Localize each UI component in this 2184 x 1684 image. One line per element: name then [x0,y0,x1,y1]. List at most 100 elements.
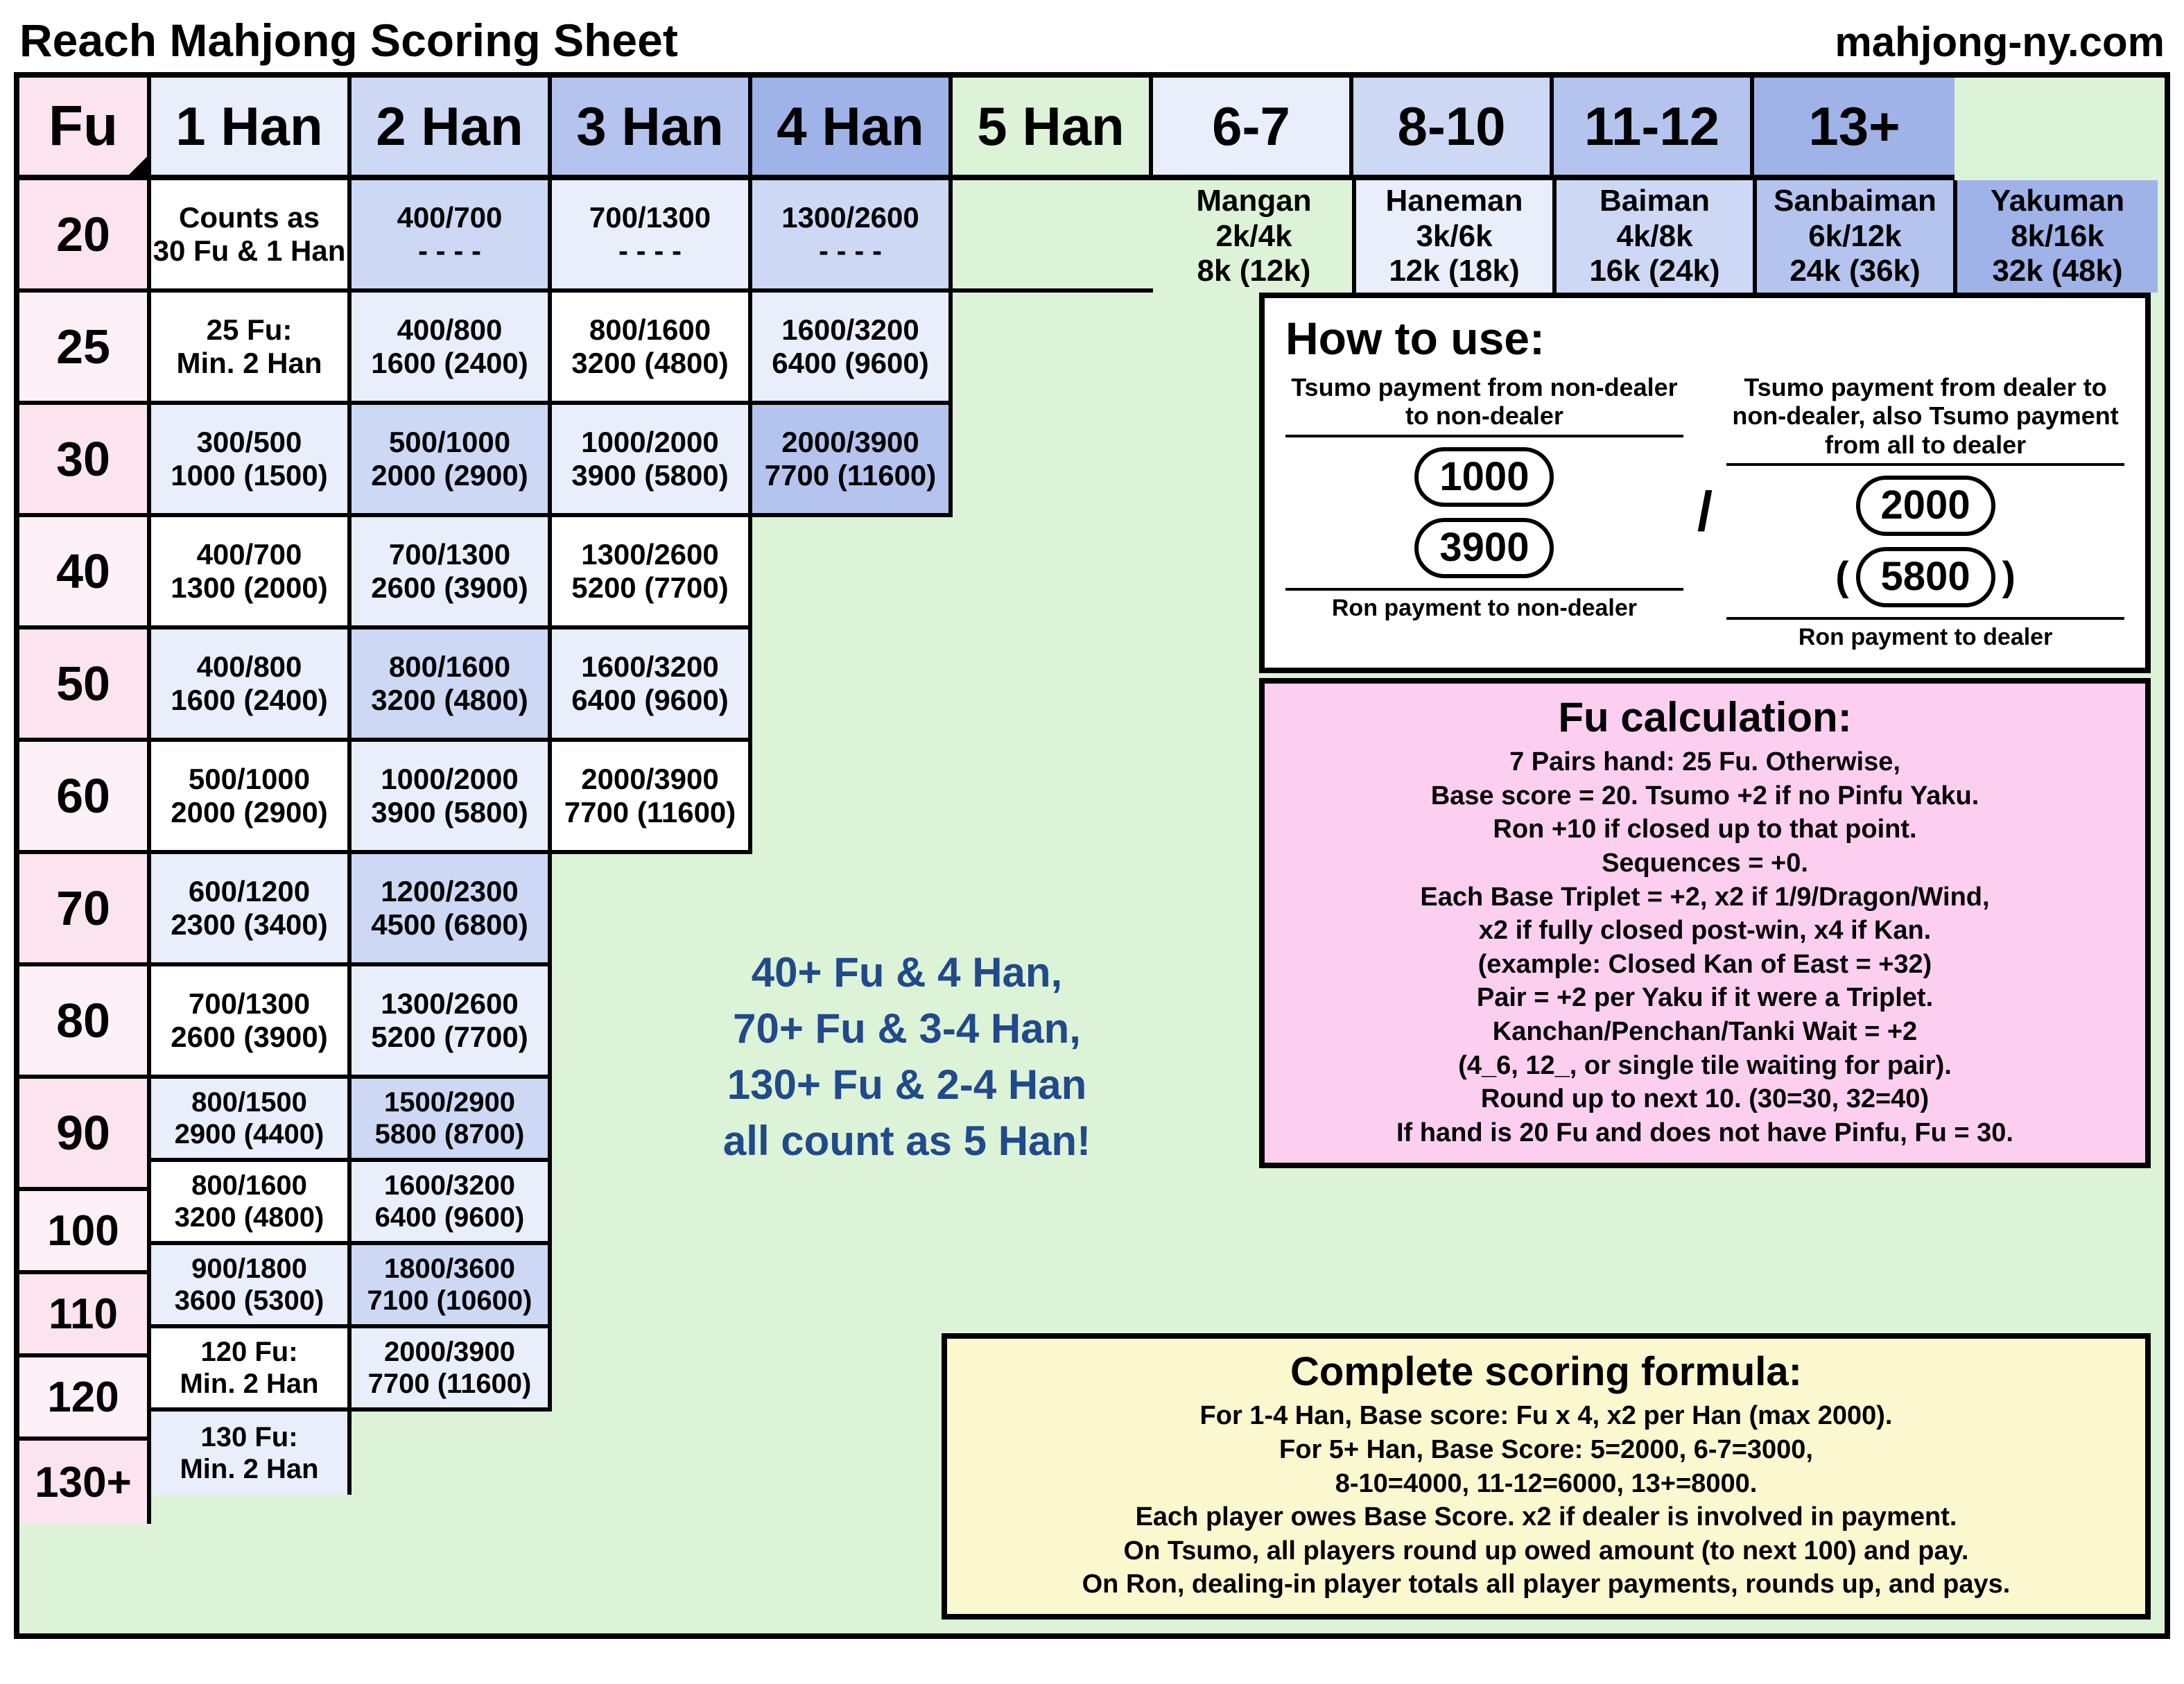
limit-ron: 8k (12k) [1197,254,1311,289]
limit-ron: 32k (48k) [1992,254,2122,289]
fu-30: 30 [19,405,151,517]
cell-60-2: 1000/20003900 (5800) [352,742,552,854]
formula-line: For 5+ Han, Base Score: 5=2000, 6-7=3000… [967,1433,2126,1467]
cell-90-2: 1500/29005800 (8700) [352,1079,552,1162]
cell-80-2: 1300/26005200 (7700) [352,966,552,1079]
fu-130: 130+ [19,1441,151,1524]
cell-130-1: 130 Fu:Min. 2 Han [151,1412,352,1495]
cell-30-3: 1000/20003900 (5800) [552,405,752,517]
fucalc-line: Each Base Triplet = +2, x2 if 1/9/Dragon… [1284,880,2126,914]
limit-ron: 24k (36k) [1789,254,1920,289]
fucalc-line: Sequences = +0. [1284,847,2126,880]
fucalc-line: Base score = 20. Tsumo +2 if no Pinfu Ya… [1284,779,2126,813]
howto-val-2000: 2000 [1856,476,1995,536]
fucalc-line: Ron +10 if closed up to that point. [1284,813,2126,847]
howto-rparen: ) [2002,554,2016,599]
fucalc-line: x2 if fully closed post-win, x4 if Kan. [1284,914,2126,948]
cell-25-4: 1600/32006400 (9600) [752,293,953,405]
formula-title: Complete scoring formula: [967,1348,2126,1395]
howto-right-bot: Ron payment to dealer [1726,617,2124,651]
limit-name: Sanbaiman [1774,184,1936,219]
formula-line: 8-10=4000, 11-12=6000, 13+=8000. [967,1467,2126,1501]
cell-30-1: 300/5001000 (1500) [151,405,352,517]
note-line: all count as 5 Han! [664,1113,1150,1169]
header-6-7han: 6-7 [1153,78,1353,180]
fucalc-title: Fu calculation: [1284,693,2126,741]
row-20: Counts as30 Fu & 1 Han 400/700- - - - 70… [151,180,1153,293]
row-40: 400/7001300 (2000) 700/13002600 (3900) 1… [151,517,1153,630]
cell-25-3: 800/16003200 (4800) [552,293,752,405]
fucalc-line: (example: Closed Kan of East = +32) [1284,948,2126,982]
row-110: 900/18003600 (5300) 1800/36007100 (10600… [151,1245,1153,1328]
title-bar: Reach Mahjong Scoring Sheet mahjong-ny.c… [14,14,2170,72]
page-title: Reach Mahjong Scoring Sheet [19,14,678,67]
cell-40-2: 700/13002600 (3900) [352,517,552,630]
how-to-use-box: How to use: Tsumo payment from non-deale… [1259,293,2151,673]
limit-tsumo: 3k/6k [1416,219,1492,254]
formula-line: On Tsumo, all players round up owed amou… [967,1534,2126,1568]
howto-lparen: ( [1835,554,1848,599]
cell-30-2: 500/10002000 (2900) [352,405,552,517]
limit-tsumo: 8k/16k [2011,219,2104,254]
cell-60-3: 2000/39007700 (11600) [552,742,752,854]
fu-90: 90 [19,1079,151,1191]
cell-70-1: 600/12002300 (3400) [151,854,352,966]
limit-name: Yakuman [1991,184,2124,219]
fu-80: 80 [19,966,151,1079]
fu-120: 120 [19,1357,151,1441]
limit-tsumo: 6k/12k [1808,219,1902,254]
fu-25: 25 [19,293,151,405]
cell-20-5 [953,180,1153,293]
cell-110-1: 900/18003600 (5300) [151,1245,352,1328]
howto-val-5800: 5800 [1856,547,1995,607]
howto-right-col: Tsumo payment from dealer to non-dealer,… [1726,373,2124,651]
scoring-formula-box: Complete scoring formula: For 1-4 Han, B… [942,1333,2151,1620]
header-5han: 5 Han [953,78,1153,180]
fucalc-line: If hand is 20 Fu and does not have Pinfu… [1284,1116,2126,1150]
fu-40: 40 [19,517,151,630]
fu-50: 50 [19,630,151,742]
howto-right-top: Tsumo payment from dealer to non-dealer,… [1726,373,2124,466]
cell-80-1: 700/13002600 (3900) [151,966,352,1079]
limit-yakuman: Yakuman 8k/16k 32k (48k) [1957,180,2158,293]
cell-120-2: 2000/39007700 (11600) [352,1328,552,1412]
fu-60: 60 [19,742,151,854]
fu-20: 20 [19,180,151,293]
cell-60-1: 500/10002000 (2900) [151,742,352,854]
cell-40-3: 1300/26005200 (7700) [552,517,752,630]
header-11-12han: 11-12 [1554,78,1754,180]
fucalc-line: (4_6, 12_, or single tile waiting for pa… [1284,1049,2126,1083]
limit-tsumo: 4k/8k [1616,219,1692,254]
howto-val-1000: 1000 [1414,447,1554,507]
cell-90-1: 800/15002900 (4400) [151,1079,352,1162]
cell-70-2: 1200/23004500 (6800) [352,854,552,966]
cell-50-3: 1600/32006400 (9600) [552,630,752,742]
limit-name: Baiman [1600,184,1710,219]
fucalc-line: Round up to next 10. (30=30, 32=40) [1284,1082,2126,1116]
fu-label-column: 20 25 30 40 50 60 70 80 90 100 110 120 1… [19,180,151,1524]
cell-25-1: 25 Fu:Min. 2 Han [151,293,352,405]
howto-left-bot: Ron payment to non-dealer [1285,588,1683,622]
cell-30-4: 2000/39007700 (11600) [752,405,953,517]
fu-100: 100 [19,1191,151,1274]
formula-line: Each player owes Base Score. x2 if deale… [967,1500,2126,1534]
note-line: 70+ Fu & 3-4 Han, [664,1000,1150,1057]
cell-20-3: 700/1300- - - - [552,180,752,293]
limit-ron: 12k (18k) [1389,254,1519,289]
header-13han: 13+ [1754,78,1955,180]
formula-line: On Ron, dealing-in player totals all pla… [967,1568,2126,1601]
header-4han: 4 Han [752,78,953,180]
header-8-10han: 8-10 [1353,78,1554,180]
header-1han: 1 Han [151,78,352,180]
cell-100-1: 800/16003200 (4800) [151,1162,352,1245]
limit-name: Haneman [1385,184,1523,219]
row-100: 800/16003200 (4800) 1600/32006400 (9600) [151,1162,1153,1245]
row-50: 400/8001600 (2400) 800/16003200 (4800) 1… [151,630,1153,742]
cell-25-2: 400/8001600 (2400) [352,293,552,405]
header-fu: Fu [19,78,151,180]
note-line: 40+ Fu & 4 Han, [664,944,1150,1000]
limit-sanbaiman: Sanbaiman 6k/12k 24k (36k) [1757,180,1957,293]
howto-title: How to use: [1285,312,2124,365]
limit-mangan: Mangan 2k/4k 8k (12k) [1156,180,1356,293]
howto-val-3900: 3900 [1414,518,1554,578]
